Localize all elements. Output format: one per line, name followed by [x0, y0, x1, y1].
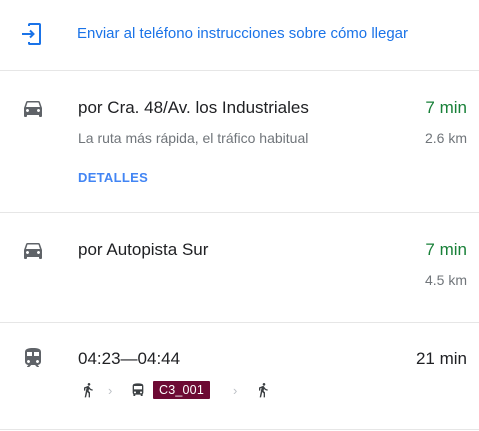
route-duration: 7 min	[425, 240, 467, 259]
route-option-transit[interactable]: 04:23—04:44 21 min	[0, 323, 479, 431]
send-to-phone-link[interactable]: Enviar al teléfono instrucciones sobre c…	[0, 0, 479, 70]
route-duration: 7 min	[425, 98, 467, 117]
car-icon	[21, 238, 45, 262]
route-distance: 2.6 km	[424, 130, 467, 146]
route-title: por Cra. 48/Av. los Industriales	[78, 98, 309, 117]
send-to-phone-label: Enviar al teléfono instrucciones sobre c…	[77, 25, 409, 42]
train-icon	[21, 346, 45, 370]
route-subtitle: La ruta más rápida, el tráfico habitual	[78, 130, 309, 146]
bus-line-badge: C3_001	[153, 379, 210, 401]
route-title: 04:23—04:44	[78, 349, 181, 368]
send-to-phone-icon	[20, 22, 44, 46]
car-icon	[21, 96, 45, 120]
route-title: por Autopista Sur	[78, 240, 209, 259]
transit-steps: › C3_001 ›	[78, 379, 278, 401]
walk-icon	[255, 379, 271, 401]
chevron-right-icon: ›	[108, 382, 113, 398]
route-distance: 4.5 km	[424, 272, 467, 288]
bus-icon	[130, 379, 146, 401]
route-option-1[interactable]: por Cra. 48/Av. los Industriales 7 min L…	[0, 71, 479, 212]
divider	[0, 429, 479, 430]
walk-icon	[80, 379, 96, 401]
route-duration: 21 min	[415, 349, 467, 368]
route-option-2[interactable]: por Autopista Sur 7 min 4.5 km	[0, 213, 479, 322]
chevron-right-icon: ›	[233, 382, 238, 398]
details-link[interactable]: DETALLES	[78, 170, 148, 185]
bus-line-label: C3_001	[153, 381, 210, 399]
